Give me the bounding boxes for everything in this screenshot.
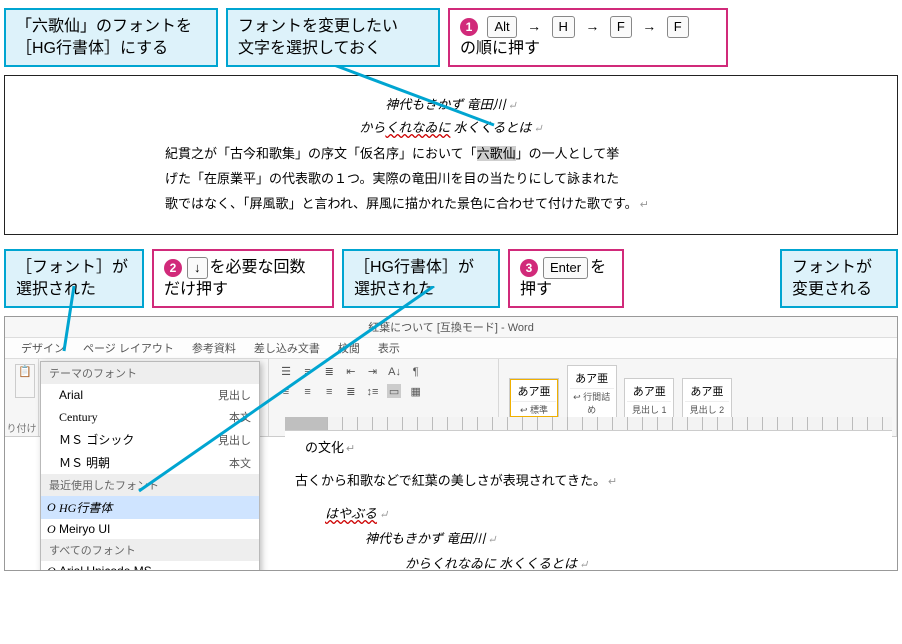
arrow-icon: →	[585, 18, 599, 34]
font-option-msgothic[interactable]: ＭＳ ゴシック見出し	[41, 428, 259, 451]
align-right-icon[interactable]: ≡	[322, 384, 336, 398]
callout-font-changed: フォントが 変更される	[780, 249, 898, 308]
text: フォントを変更したい	[238, 18, 398, 35]
selected-text[interactable]: 六歌仙	[477, 146, 516, 161]
return-mark-icon: ↵	[508, 100, 517, 112]
ruler[interactable]	[285, 417, 892, 431]
outdent-icon[interactable]: ⇤	[344, 364, 358, 378]
callout-step2-down: 2↓を必要な回数 だけ押す	[152, 249, 334, 308]
return-mark-icon: ↵	[533, 123, 542, 135]
style-normal[interactable]: あア亜↩ 標準	[509, 378, 559, 418]
callout-step3-enter: 3Enterを 押す	[508, 249, 624, 308]
dropdown-section-recent: 最近使用したフォント	[41, 474, 259, 496]
font-option-arialunicode[interactable]: OArial Unicode MS	[41, 561, 259, 571]
font-option-arial[interactable]: Arial見出し	[41, 384, 259, 406]
document-preview-1: 神代もきかず 竜田川↵ からくれなゐに 水くくるとは↵ 紀貫之が「古今和歌集」の…	[4, 75, 898, 235]
borders-icon[interactable]: ▦	[409, 384, 423, 398]
word-window: 紅葉について [互換モード] - Word デザイン ページ レイアウト 参考資…	[4, 316, 898, 571]
key-enter: Enter	[543, 257, 588, 279]
poem-line-2: からくれなゐに 水くくるとは↵	[45, 117, 857, 136]
justify-icon[interactable]: ≣	[344, 384, 358, 398]
style-nospace[interactable]: あア亜↩ 行間詰め	[567, 365, 617, 418]
sort-icon[interactable]: A↓	[387, 364, 401, 378]
callout-font-selected: ［フォント］が 選択された	[4, 249, 144, 308]
key-f2: F	[667, 16, 689, 38]
text: の順に押す	[460, 40, 540, 57]
key-h: H	[552, 16, 575, 38]
tab-mailings[interactable]: 差し込み文書	[254, 340, 320, 356]
font-option-meiryo[interactable]: OMeiryo UI	[41, 519, 259, 539]
tab-design[interactable]: デザイン	[21, 340, 65, 356]
arrow-icon: →	[527, 18, 541, 34]
bullets-icon[interactable]: ☰	[279, 364, 293, 378]
tab-page-layout[interactable]: ページ レイアウト	[83, 340, 174, 356]
font-option-msmincho[interactable]: ＭＳ 明朝本文	[41, 451, 259, 474]
tab-review[interactable]: 校閲	[338, 340, 360, 356]
tab-view[interactable]: 表示	[378, 340, 400, 356]
paste-icon[interactable]: 📋	[15, 364, 35, 398]
key-alt: Alt	[487, 16, 516, 38]
return-mark-icon: ↵	[640, 199, 649, 211]
pilcrow-icon[interactable]: ¶	[409, 364, 423, 378]
line-spacing-icon[interactable]: ↕≡	[366, 384, 380, 398]
align-center-icon[interactable]: ≡	[301, 384, 315, 398]
key-down: ↓	[187, 257, 208, 279]
text: ［HG行書体］にする	[16, 40, 168, 57]
step-badge-2: 2	[164, 259, 182, 277]
font-option-hggyosho[interactable]: OHG行書体	[41, 496, 259, 519]
indent-icon[interactable]: ⇥	[366, 364, 380, 378]
group-label: り付け	[5, 420, 38, 435]
window-title: 紅葉について [互換モード] - Word	[5, 317, 897, 338]
dropdown-section-theme: テーマのフォント	[41, 362, 259, 384]
step-badge-3: 3	[520, 259, 538, 277]
doc-body: 紀貫之が「古今和歌集」の序文「仮名序」において「六歌仙」の一人として挙 げた「在…	[165, 142, 737, 216]
text: 文字を選択しておく	[238, 40, 381, 57]
align-left-icon[interactable]: ≡	[279, 384, 293, 398]
style-h1[interactable]: あア亜見出し 1	[624, 378, 674, 418]
tab-references[interactable]: 参考資料	[192, 340, 236, 356]
callout-hg-selected: ［HG行書体］が 選択された	[342, 249, 500, 308]
style-h2[interactable]: あア亜見出し 2	[682, 378, 732, 418]
font-option-century[interactable]: Century本文	[41, 406, 259, 428]
font-dropdown[interactable]: テーマのフォント Arial見出し Century本文 ＭＳ ゴシック見出し Ｍ…	[40, 361, 260, 571]
numbering-icon[interactable]: ≡	[301, 364, 315, 378]
callout-target-font: 「六歌仙」のフォントを ［HG行書体］にする	[4, 8, 218, 67]
text: 「六歌仙」のフォントを	[16, 18, 192, 35]
callout-step1-keys: 1 Alt → H → F → F の順に押す	[448, 8, 728, 67]
document-area[interactable]: の文化↵ 古くから和歌などで紅葉の美しさが表現されてきた。↵ はやぶる↵ 神代も…	[285, 431, 892, 570]
key-f: F	[610, 16, 632, 38]
multilist-icon[interactable]: ≣	[322, 364, 336, 378]
poem-line-1: 神代もきかず 竜田川↵	[45, 94, 857, 113]
callout-select-text: フォントを変更したい 文字を選択しておく	[226, 8, 440, 67]
ribbon-tabs: デザイン ページ レイアウト 参考資料 差し込み文書 校閲 表示	[5, 338, 897, 359]
arrow-icon: →	[642, 18, 656, 34]
shading-icon[interactable]: ▭	[387, 384, 401, 398]
step-badge-1: 1	[460, 18, 478, 36]
dropdown-section-all: すべてのフォント	[41, 539, 259, 561]
